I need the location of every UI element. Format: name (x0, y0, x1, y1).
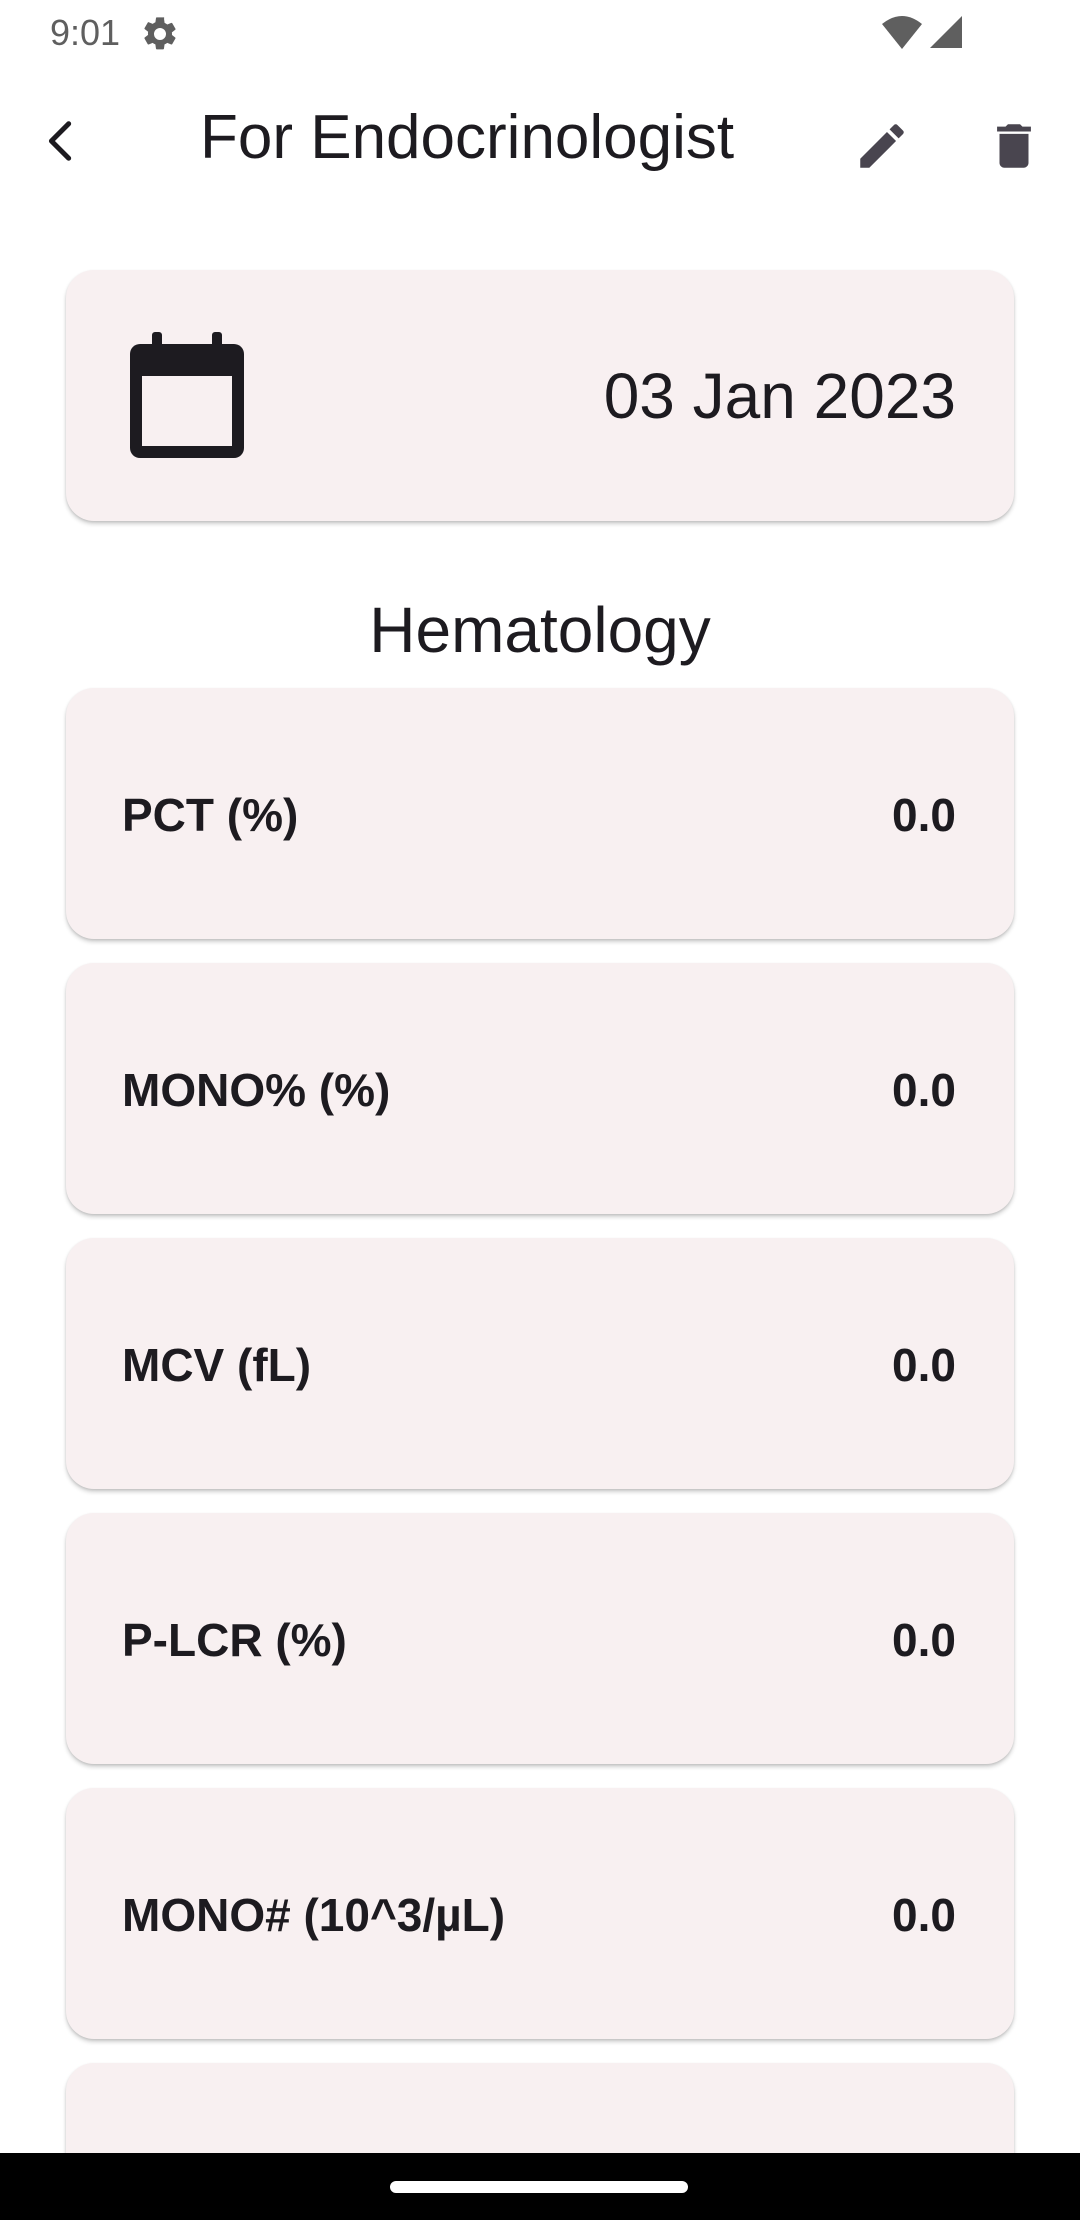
result-label: MONO% (%) (122, 1064, 391, 1116)
result-label: PCT (%) (122, 789, 299, 841)
result-value: 0.0 (892, 1339, 956, 1391)
page-title: For Endocrinologist (200, 103, 735, 172)
delete-button[interactable] (978, 110, 1050, 182)
edit-button[interactable] (846, 110, 918, 182)
navigation-bar (0, 2153, 1080, 2220)
wifi-icon (882, 16, 922, 49)
date-card[interactable]: 03 Jan 2023 (66, 270, 1014, 521)
status-time: 9:01 (50, 12, 121, 53)
date-value: 03 Jan 2023 (603, 360, 956, 432)
signal-icon (930, 16, 962, 48)
result-value: 0.0 (892, 1889, 956, 1941)
result-label: P-LCR (%) (122, 1614, 347, 1666)
section-title: Hematology (369, 594, 711, 666)
back-button[interactable] (26, 106, 96, 176)
result-card[interactable]: MCV (fL) 0.0 (66, 1238, 1014, 1489)
result-value: 0.0 (892, 789, 956, 841)
calendar-icon (130, 332, 244, 458)
result-card[interactable]: PCT (%) 0.0 (66, 688, 1014, 939)
back-arrow-icon (48, 121, 72, 161)
result-label: MONO# (10^3/µL) (122, 1889, 506, 1941)
result-value: 0.0 (892, 1614, 956, 1666)
app-bar: For Endocrinologist (0, 66, 1080, 222)
result-card[interactable]: MONO# (10^3/µL) 0.0 (66, 1788, 1014, 2039)
result-card[interactable]: P-LCR (%) 0.0 (66, 1513, 1014, 1764)
result-label: MCV (fL) (122, 1339, 312, 1391)
gear-icon (144, 17, 176, 50)
trash-icon (997, 124, 1031, 168)
home-indicator[interactable] (390, 2181, 688, 2193)
result-card[interactable]: MONO% (%) 0.0 (66, 963, 1014, 1214)
pencil-icon (860, 124, 904, 168)
result-value: 0.0 (892, 1064, 956, 1116)
status-bar: 9:01 (0, 0, 1080, 66)
